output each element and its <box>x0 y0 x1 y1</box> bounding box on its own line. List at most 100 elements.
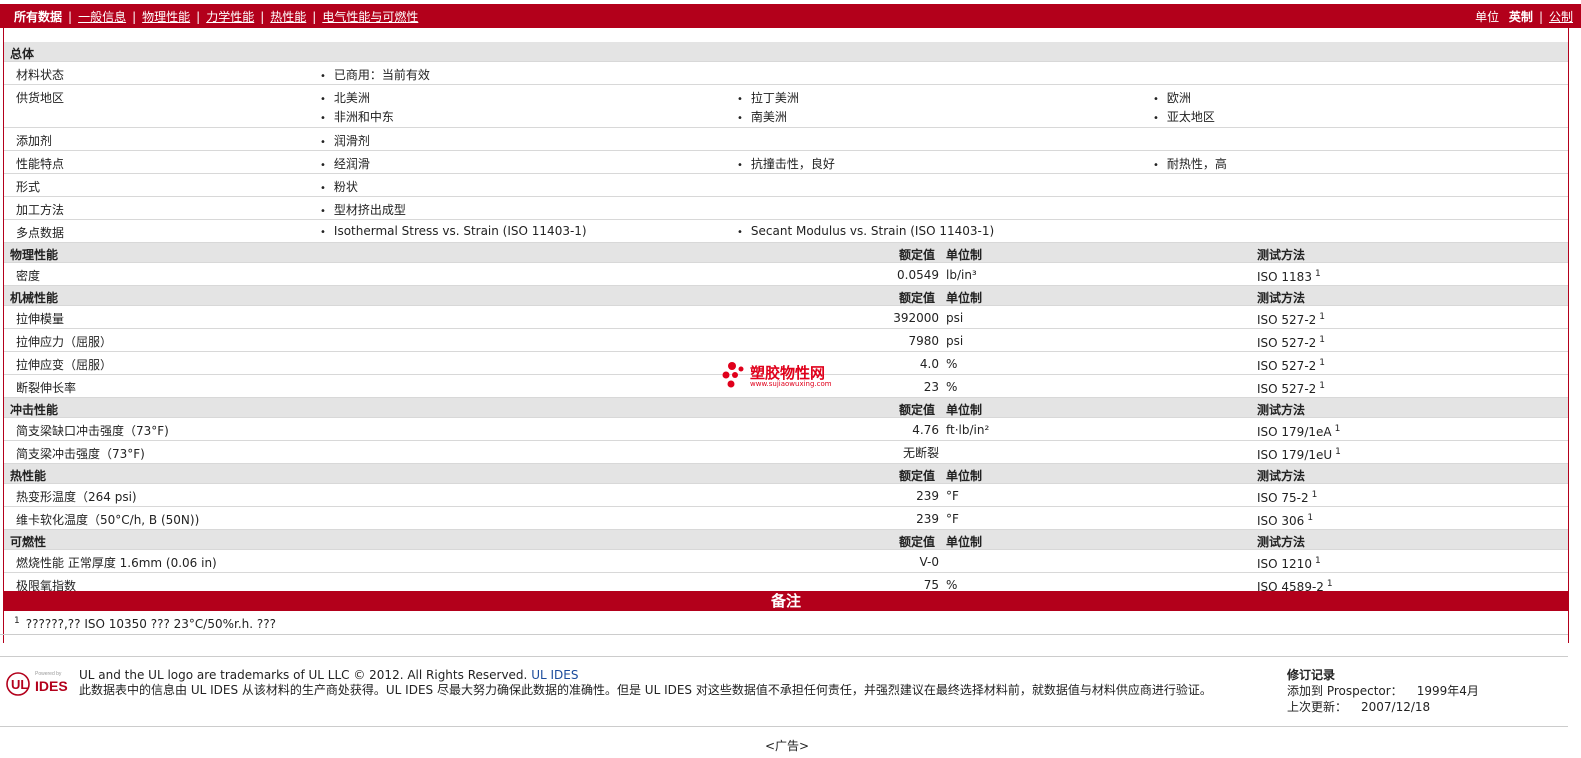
row-label: 拉伸应变（屈服） <box>16 358 113 372</box>
row-value: 392000 <box>893 311 939 325</box>
row-label: 多点数据 <box>16 226 65 240</box>
row-method: ISO 1210 1 <box>1257 556 1321 571</box>
row-label: 简支梁冲击强度（73°F) <box>16 447 145 461</box>
section-title: 冲击性能 <box>10 403 59 417</box>
ul-ides-link[interactable]: UL IDES <box>531 668 578 682</box>
unit-metric-button[interactable]: 公制 <box>1549 10 1573 24</box>
multipoint-link[interactable]: Isothermal Stress vs. Strain (ISO 11403-… <box>320 224 587 238</box>
notes-header: 备注 <box>4 591 1568 611</box>
row-unit: psi <box>946 311 964 325</box>
svg-text:IDES: IDES <box>35 678 68 694</box>
row-unit: ft·lb/in² <box>946 423 990 437</box>
bullet-item: 型材挤出成型 <box>320 201 406 218</box>
revision-title: 修订记录 <box>1287 668 1336 682</box>
section-title: 总体 <box>10 47 35 61</box>
row-density: 密度 0.0549 lb/in³ ISO 1183 1 <box>4 263 1568 286</box>
row-label: 简支梁缺口冲击强度（73°F) <box>16 424 169 438</box>
added-value: 1999年4月 <box>1416 684 1479 698</box>
svg-text:UL: UL <box>11 677 28 692</box>
row-unnotched-impact: 简支梁冲击强度（73°F) 无断裂 ISO 179/1eU 1 <box>4 441 1568 464</box>
multipoint-link[interactable]: Secant Modulus vs. Strain (ISO 11403-1) <box>737 224 994 238</box>
section-title: 可燃性 <box>10 535 47 549</box>
row-value: 7980 <box>908 334 939 348</box>
divider <box>0 726 1568 727</box>
col-unit: 单位制 <box>946 469 983 483</box>
watermark-url: www.sujiaowuxing.com <box>750 380 832 388</box>
svg-text:Powered by: Powered by <box>35 671 62 677</box>
bullet-item: 拉丁美洲 <box>737 89 799 106</box>
unit-imperial-button[interactable]: 英制 <box>1509 10 1533 24</box>
col-rated: 额定值 <box>899 291 936 305</box>
row-value: 75 <box>923 578 939 592</box>
col-rated: 额定值 <box>899 248 936 262</box>
col-method: 测试方法 <box>1257 469 1306 483</box>
bullet-item: 北美洲 <box>320 89 370 106</box>
bullet-item: 欧洲 <box>1153 89 1191 106</box>
unit-label: 单位 <box>1475 10 1500 24</box>
bullet-item: 亚太地区 <box>1153 108 1215 125</box>
row-unit: °F <box>946 512 959 526</box>
col-method: 测试方法 <box>1257 403 1306 417</box>
revision-history: 修订记录 添加到 Prospector： 1999年4月 上次更新： 2007/12… <box>1287 667 1479 715</box>
tab-electrical-flammability[interactable]: 电气性能与可燃性 <box>322 10 418 24</box>
row-value: 4.76 <box>912 423 939 437</box>
row-processing: 加工方法 型材挤出成型 <box>4 197 1568 220</box>
ad-label: <广告> <box>765 739 810 753</box>
row-unit: % <box>946 578 958 592</box>
section-nav-bar: 所有数据 | 一般信息 | 物理性能 | 力学性能 | 热性能 | 电气性能与可燃性 单位 英制 | 公… <box>0 4 1581 28</box>
row-value: V-0 <box>919 555 939 569</box>
col-rated: 额定值 <box>899 469 936 483</box>
row-form: 形式 粉状 <box>4 174 1568 197</box>
col-unit: 单位制 <box>946 535 983 549</box>
note-1: 1??????,?? ISO 10350 ??? 23°C/50%r.h. ??… <box>14 616 276 631</box>
divider <box>0 634 1568 635</box>
right-border <box>1568 28 1569 643</box>
row-label: 燃烧性能 正常厚度 1.6mm (0.06 in) <box>16 556 217 570</box>
row-flame-rating: 燃烧性能 正常厚度 1.6mm (0.06 in) V-0 ISO 1210 1 <box>4 550 1568 573</box>
row-label: 密度 <box>16 269 41 283</box>
bullet-item: 抗撞击性，良好 <box>737 155 835 172</box>
copyright-text: UL and the UL logo are trademarks of UL … <box>79 668 528 682</box>
row-method: ISO 527-2 1 <box>1257 381 1326 396</box>
row-method: ISO 527-2 1 <box>1257 358 1326 373</box>
bullet-item: 润滑剂 <box>320 132 370 149</box>
row-method: ISO 179/1eU 1 <box>1257 447 1341 462</box>
tab-mechanical[interactable]: 力学性能 <box>206 10 254 24</box>
section-title: 热性能 <box>10 469 47 483</box>
ul-ides-logo: UL Powered by IDES <box>6 668 70 698</box>
bullet-item: 耐热性，高 <box>1153 155 1227 172</box>
row-label: 断裂伸长率 <box>16 381 77 395</box>
updated-label: 上次更新： <box>1287 700 1348 714</box>
row-value: 0.0549 <box>897 268 939 282</box>
row-label: 拉伸模量 <box>16 312 65 326</box>
col-unit: 单位制 <box>946 403 983 417</box>
row-method: ISO 75-2 1 <box>1257 490 1318 505</box>
col-method: 测试方法 <box>1257 291 1306 305</box>
row-multipoint-data: 多点数据 Isothermal Stress vs. Strain (ISO 1… <box>4 220 1568 243</box>
bullet-item: 经润滑 <box>320 155 370 172</box>
row-method: ISO 527-2 1 <box>1257 335 1326 350</box>
row-label: 材料状态 <box>16 68 65 82</box>
row-value: 239 <box>916 489 939 503</box>
watermark: 塑胶物性网 www.sujiaowuxing.com <box>722 360 852 392</box>
bullet-item: 非洲和中东 <box>320 108 394 125</box>
row-unit: psi <box>946 334 964 348</box>
bullet-item: 已商用：当前有效 <box>320 66 430 83</box>
row-value: 无断裂 <box>902 446 939 460</box>
section-header-mechanical: 机械性能 额定值 单位制 测试方法 <box>4 286 1568 306</box>
row-features: 性能特点 经润滑 抗撞击性，良好 耐热性，高 <box>4 151 1568 174</box>
row-value: 4.0 <box>919 357 939 371</box>
tab-thermal[interactable]: 热性能 <box>270 10 306 24</box>
footer-disclaimer: UL and the UL logo are trademarks of UL … <box>79 668 1269 698</box>
row-supply-region: 供货地区 北美洲 拉丁美洲 欧洲 非洲和中东 南美洲 亚太地区 <box>4 85 1568 128</box>
section-header-general: 总体 <box>4 42 1568 62</box>
row-label: 加工方法 <box>16 203 65 217</box>
row-unit: lb/in³ <box>946 268 977 282</box>
row-method: ISO 306 1 <box>1257 513 1314 528</box>
section-title: 物理性能 <box>10 248 59 262</box>
tab-all-data[interactable]: 所有数据 <box>14 10 62 24</box>
row-label: 维卡软化温度（50°C/h, B (50N)) <box>16 513 200 527</box>
tab-physical[interactable]: 物理性能 <box>142 10 190 24</box>
row-label: 供货地区 <box>16 91 65 105</box>
tab-general-info[interactable]: 一般信息 <box>78 10 126 24</box>
